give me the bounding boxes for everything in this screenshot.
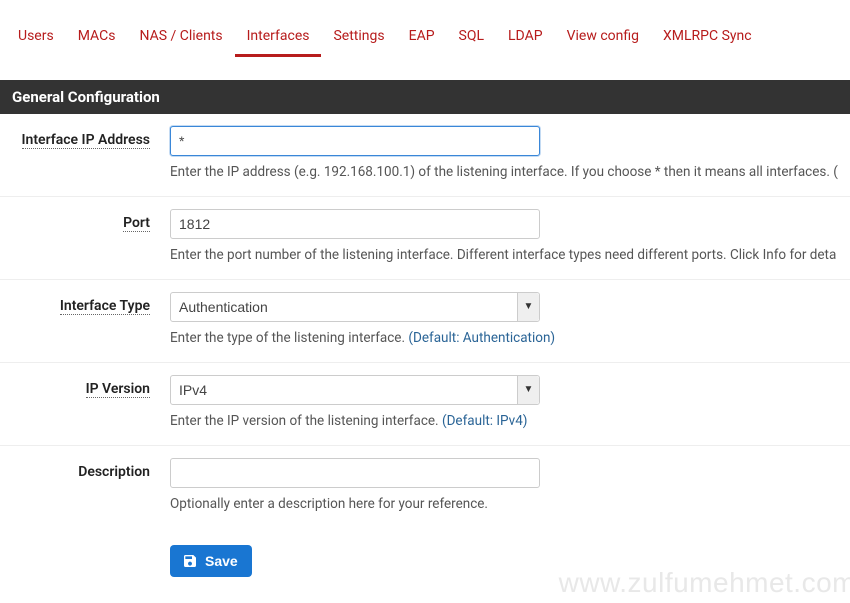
row-interface-type: Interface Type Authentication ▼ Enter th… (0, 280, 850, 363)
default-link-iftype[interactable]: (Default: Authentication) (408, 330, 555, 346)
tab-macs[interactable]: MACs (66, 18, 128, 57)
nav-tabs: Users MACs NAS / Clients Interfaces Sett… (0, 18, 850, 58)
label-description: Description (78, 464, 150, 480)
description-input[interactable] (170, 458, 540, 488)
tab-users[interactable]: Users (6, 18, 66, 57)
tab-xmlrpc-sync[interactable]: XMLRPC Sync (651, 18, 764, 57)
form-area: Interface IP Address Enter the IP addres… (0, 114, 850, 527)
save-button[interactable]: Save (170, 545, 252, 577)
help-ip-version: Enter the IP version of the listening in… (170, 412, 840, 431)
row-interface-ip: Interface IP Address Enter the IP addres… (0, 114, 850, 197)
tab-sql[interactable]: SQL (447, 18, 496, 57)
label-interface-ip: Interface IP Address (22, 132, 151, 149)
tab-eap[interactable]: EAP (397, 18, 447, 57)
tab-interfaces[interactable]: Interfaces (235, 18, 322, 57)
help-port: Enter the port number of the listening i… (170, 246, 840, 265)
help-description: Optionally enter a description here for … (170, 495, 840, 514)
default-link-ipver[interactable]: (Default: IPv4) (442, 413, 528, 429)
save-button-label: Save (205, 553, 238, 569)
help-interface-ip: Enter the IP address (e.g. 192.168.100.1… (170, 163, 840, 182)
tab-settings[interactable]: Settings (321, 18, 396, 57)
tab-ldap[interactable]: LDAP (496, 18, 555, 57)
help-interface-type: Enter the type of the listening interfac… (170, 329, 840, 348)
interface-type-select[interactable]: Authentication (170, 292, 540, 322)
tab-nas-clients[interactable]: NAS / Clients (127, 18, 234, 57)
save-icon (182, 553, 198, 569)
row-port: Port Enter the port number of the listen… (0, 197, 850, 280)
label-port: Port (123, 215, 150, 232)
row-ip-version: IP Version IPv4 ▼ Enter the IP version o… (0, 363, 850, 446)
row-description: Description Optionally enter a descripti… (0, 446, 850, 528)
port-input[interactable] (170, 209, 540, 239)
watermark: www.zulfumehmet.com (559, 567, 850, 599)
tab-view-config[interactable]: View config (555, 18, 651, 57)
interface-ip-input[interactable] (170, 126, 540, 156)
label-ip-version: IP Version (86, 381, 150, 398)
label-interface-type: Interface Type (60, 298, 150, 315)
ip-version-select[interactable]: IPv4 (170, 375, 540, 405)
section-title: General Configuration (0, 80, 850, 114)
